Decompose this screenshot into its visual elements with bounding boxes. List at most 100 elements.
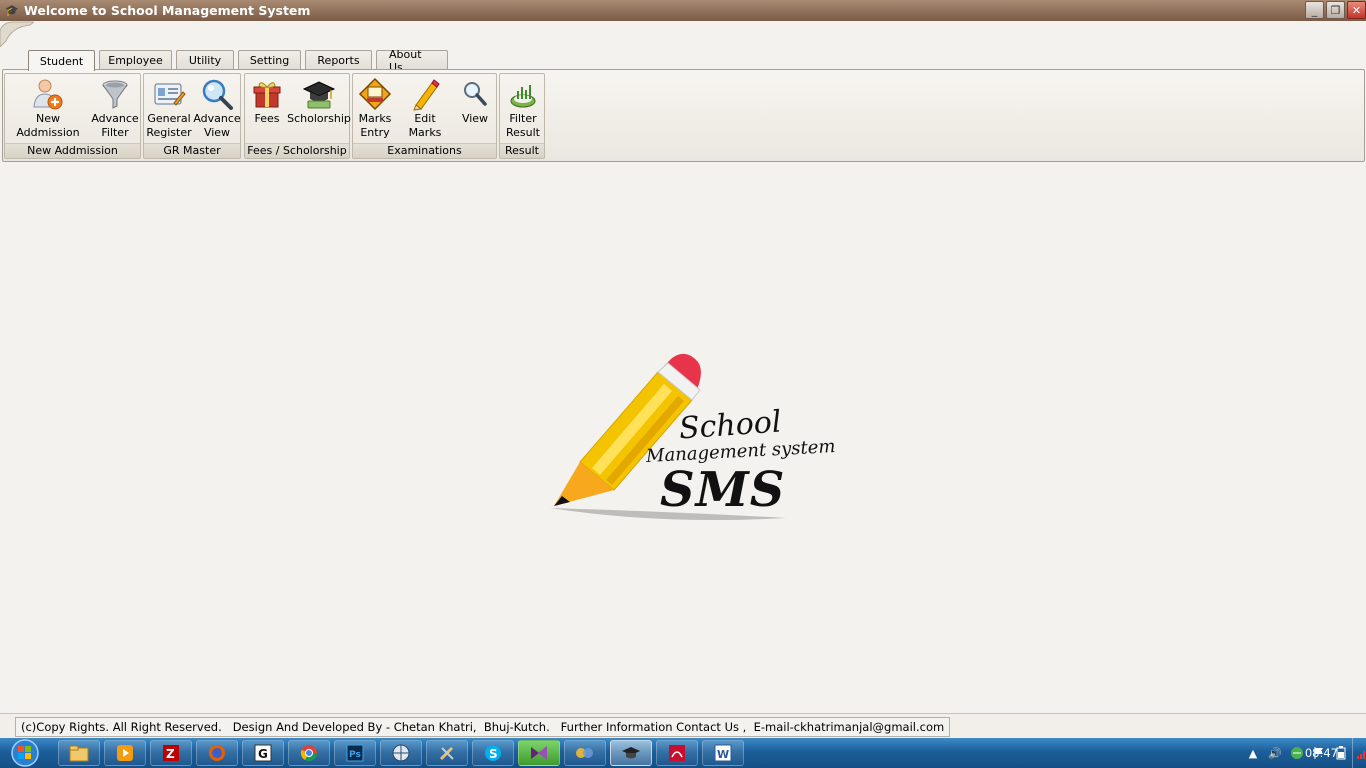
file-explorer-icon	[69, 745, 89, 762]
advance-filter-button[interactable]: Advance Filter	[91, 76, 139, 144]
filezilla-icon: Z	[163, 745, 179, 761]
group-fees-scholorship: Fees Scholorship Fees / Scholorship	[244, 73, 351, 159]
skype-icon: S	[485, 745, 501, 761]
svg-text:Ps: Ps	[349, 750, 361, 760]
taskbar-app-globe[interactable]	[380, 740, 422, 766]
svg-text:Z: Z	[166, 747, 175, 761]
tab-about-us[interactable]: About Us	[376, 48, 448, 74]
quick-access-bar	[0, 21, 1366, 48]
title-bar: 🎓 Welcome to School Management System _ …	[0, 0, 1366, 21]
group-examinations: Marks Entry Edit Marks View Examinations	[352, 73, 497, 159]
advance-filter-label: Advance Filter	[91, 112, 139, 139]
firefox-icon	[209, 745, 225, 761]
register-card-icon	[151, 76, 187, 112]
exam-sign-icon	[357, 76, 393, 112]
taskbar-photoshop[interactable]: Ps	[334, 740, 376, 766]
edit-marks-label: Edit Marks	[408, 112, 442, 139]
network-icon[interactable]	[1290, 746, 1304, 760]
chart-result-icon	[505, 76, 541, 112]
group-gr-master: General Register Advance View GR Master	[143, 73, 241, 159]
general-register-button[interactable]: General Register	[146, 76, 192, 144]
tab-reports[interactable]: Reports	[305, 50, 372, 70]
magnifier-icon	[457, 76, 493, 112]
ribbon-tabs: Student Employee Utility Setting Reports…	[28, 48, 452, 74]
filter-funnel-icon	[97, 76, 133, 112]
taskbar-filezilla[interactable]: Z	[150, 740, 192, 766]
tab-employee[interactable]: Employee	[99, 50, 172, 70]
taskbar-word[interactable]: W	[702, 740, 744, 766]
filter-result-button[interactable]: Filter Result	[502, 76, 544, 144]
taskbar-media-player[interactable]	[104, 740, 146, 766]
gift-fees-icon	[249, 76, 285, 112]
logo-sms-text: SMS	[660, 462, 786, 518]
tab-utility[interactable]: Utility	[176, 50, 234, 70]
new-addmission-label: New Addmission	[16, 112, 80, 139]
scholorship-button[interactable]: Scholorship	[287, 76, 351, 144]
svg-text:W: W	[717, 748, 729, 761]
window-controls: _ ❐ ✕	[1305, 1, 1366, 19]
word-icon: W	[714, 744, 732, 762]
app-icon[interactable]: 🎓	[4, 4, 20, 18]
tab-student[interactable]: Student	[28, 50, 95, 71]
taskbar-pdf-reader[interactable]	[656, 740, 698, 766]
tools-icon	[439, 746, 454, 761]
fees-button[interactable]: Fees	[247, 76, 287, 144]
graduation-cap-icon	[301, 76, 337, 112]
marks-entry-label: Marks Entry	[358, 112, 392, 139]
start-button[interactable]	[4, 738, 46, 768]
group-gr-master-label: GR Master	[144, 143, 240, 158]
fees-label: Fees	[254, 112, 280, 125]
window-title: Welcome to School Management System	[24, 3, 311, 18]
taskbar-firefox[interactable]	[196, 740, 238, 766]
g-app-icon: G	[254, 744, 272, 762]
taskbar-g-app[interactable]: G	[242, 740, 284, 766]
group-result: Filter Result Result	[499, 73, 545, 159]
app-multi-icon	[576, 748, 593, 758]
clock[interactable]: 08:47	[1305, 746, 1338, 760]
taskbar-sms-app[interactable]	[610, 740, 652, 766]
show-desktop-button[interactable]	[1352, 738, 1366, 768]
tab-setting[interactable]: Setting	[238, 50, 301, 70]
sms-app-icon	[622, 747, 640, 759]
taskbar-chrome[interactable]	[288, 740, 330, 766]
application-menu-button[interactable]	[0, 21, 34, 47]
group-new-addmission-label: New Addmission	[5, 143, 140, 158]
minimize-button[interactable]: _	[1305, 1, 1324, 19]
user-add-icon	[30, 76, 66, 112]
group-result-label: Result	[500, 143, 544, 158]
scholorship-label: Scholorship	[287, 112, 351, 125]
app-globe-icon	[392, 744, 410, 762]
advance-view-label: Advance View	[193, 112, 241, 139]
advance-view-button[interactable]: Advance View	[193, 76, 241, 144]
show-hidden-icons-icon[interactable]: ▲	[1246, 746, 1260, 760]
windows-taskbar: Z G Ps S W ▲ 🔊 08:47	[0, 738, 1366, 768]
status-bar: (c)Copy Rights. All Right Reserved. Desi…	[0, 713, 1366, 738]
magnify-view-icon	[199, 76, 235, 112]
taskbar-visual-studio[interactable]	[518, 740, 560, 766]
taskbar-app-multi[interactable]	[564, 740, 606, 766]
media-player-icon	[117, 745, 133, 761]
taskbar-explorer[interactable]	[58, 740, 100, 766]
windows-logo-icon	[11, 739, 39, 767]
marks-entry-button[interactable]: Marks Entry	[355, 76, 395, 144]
taskbar-skype[interactable]: S	[472, 740, 514, 766]
taskbar-tools[interactable]	[426, 740, 468, 766]
group-new-addmission: New Addmission Advance Filter New Addmis…	[4, 73, 141, 159]
pdf-reader-icon	[669, 745, 685, 761]
close-button[interactable]: ✕	[1347, 1, 1366, 19]
view-button[interactable]: View	[455, 76, 495, 144]
svg-text:S: S	[489, 747, 498, 761]
ribbon-panel: New Addmission Advance Filter New Addmis…	[2, 69, 1365, 162]
copyright-status: (c)Copy Rights. All Right Reserved. Desi…	[15, 717, 951, 737]
chrome-icon	[300, 745, 318, 762]
group-fees-scholorship-label: Fees / Scholorship	[245, 143, 349, 158]
visual-studio-icon	[531, 746, 547, 760]
pencil-icon	[407, 76, 443, 112]
new-addmission-button[interactable]: New Addmission	[8, 76, 88, 144]
restore-button[interactable]: ❐	[1326, 1, 1345, 19]
volume-icon[interactable]: 🔊	[1268, 746, 1282, 760]
svg-text:G: G	[258, 747, 268, 761]
general-register-label: General Register	[146, 112, 192, 139]
edit-marks-button[interactable]: Edit Marks	[397, 76, 453, 144]
group-examinations-label: Examinations	[353, 143, 496, 158]
